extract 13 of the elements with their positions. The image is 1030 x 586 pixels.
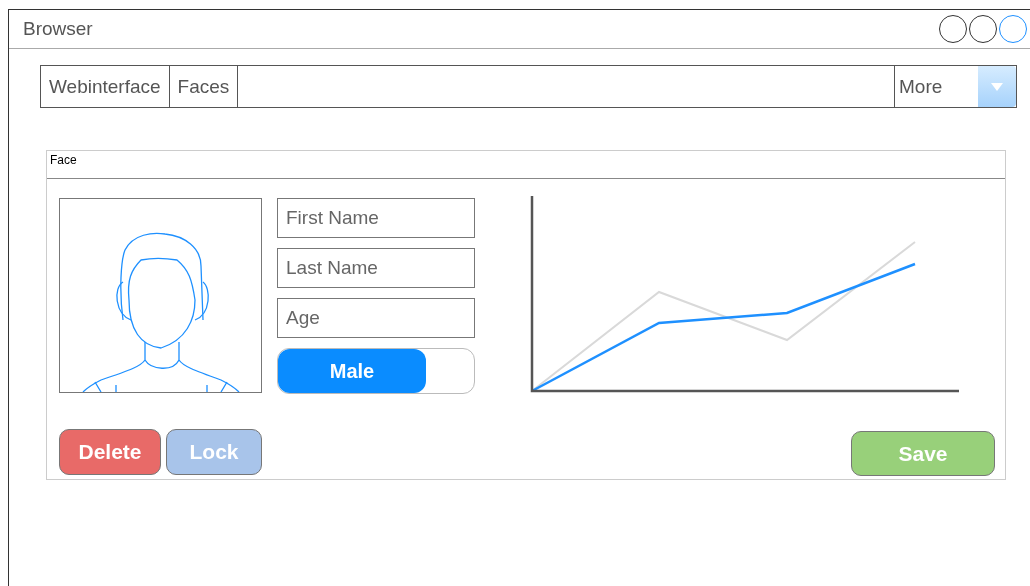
gender-toggle[interactable]: Male — [277, 348, 475, 394]
text-field[interactable]: Last Name — [277, 248, 475, 288]
nav-link[interactable]: Faces — [169, 66, 239, 107]
action-button[interactable]: Delete — [59, 429, 161, 475]
caret-icon — [990, 81, 1004, 92]
more-dropdown[interactable]: More — [894, 66, 1016, 107]
action-button[interactable]: Lock — [166, 429, 262, 475]
save-button[interactable]: Save — [851, 431, 995, 476]
text-field[interactable]: First Name — [277, 198, 475, 238]
text-field[interactable]: Age — [277, 298, 475, 338]
panel-title: Face — [47, 151, 1005, 179]
nav-link[interactable]: Webinterface — [41, 66, 170, 107]
window-title: Browser — [23, 18, 93, 40]
